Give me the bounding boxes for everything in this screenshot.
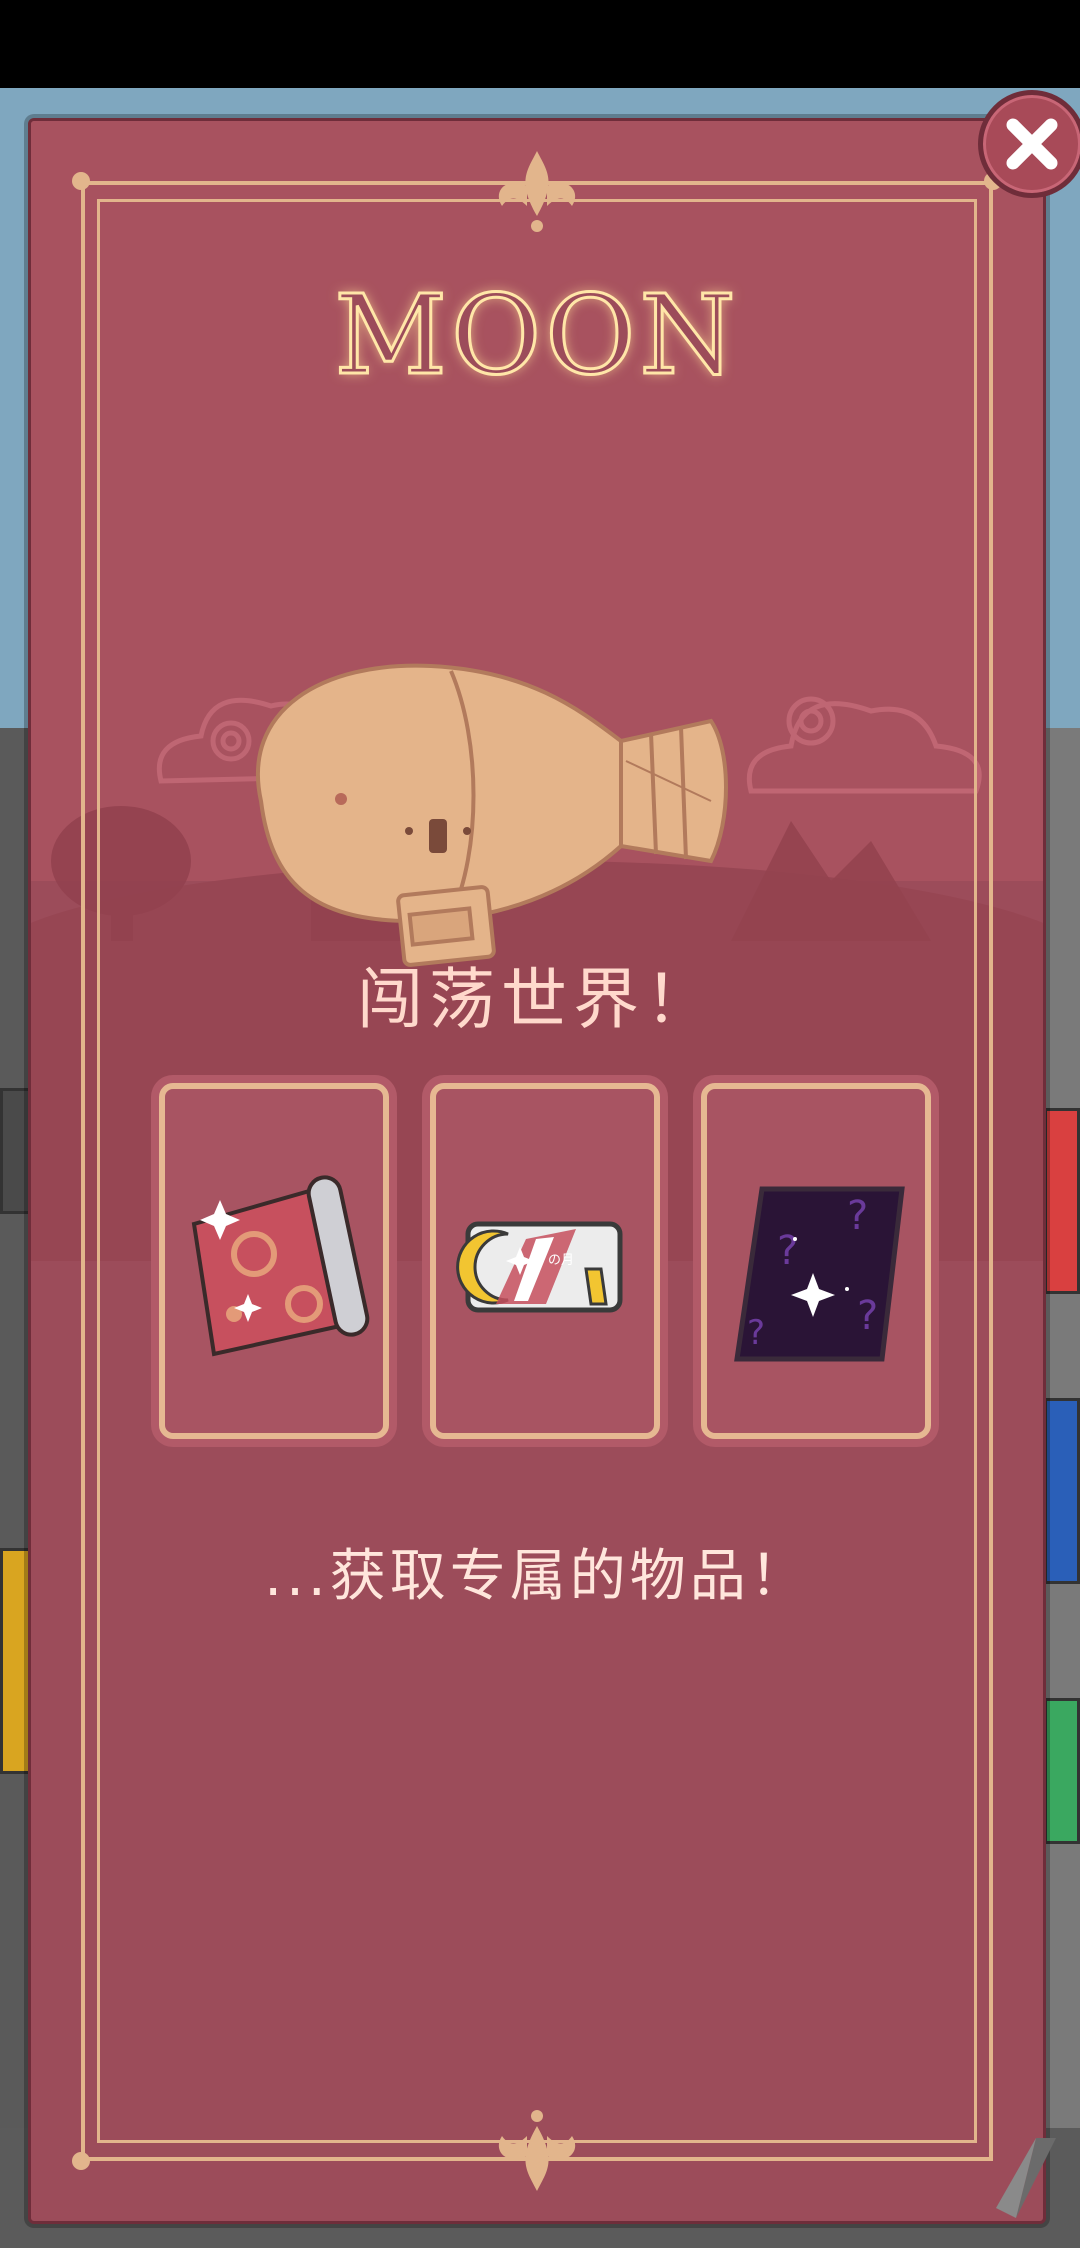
moon-ticket-card-icon [456,1221,623,1313]
background-sign [1044,1698,1080,1844]
reward-card-moon-ticket[interactable]: の月 [430,1083,660,1439]
status-bar [0,0,1080,88]
page-curl-icon [996,2138,1056,2218]
dialog-title: MOON [333,270,740,401]
reward-card-wallpaper[interactable] [159,1083,389,1439]
wallpaper-roll-icon [191,1175,370,1357]
svg-text:?: ? [857,1293,878,1339]
top-flourish-icon [498,151,576,232]
corner-flourish-icon [72,172,90,190]
svg-text:?: ? [847,1193,868,1239]
moon-dialog-panel: MOON 闯荡世界！ の月 ? ? ? ? ...获取专属的物品！ [28,118,1046,2224]
dialog-subline: ...获取专属的物品！ [264,1544,810,1609]
close-icon [1006,118,1058,170]
close-button[interactable] [978,90,1080,198]
background-sign [1044,1108,1080,1294]
bottom-flourish-icon [498,2110,576,2191]
ticket-label: の月 [548,1253,575,1268]
background-sign [1044,1398,1080,1584]
mystery-galaxy-book-icon: ? ? ? ? [734,1186,905,1362]
reward-card-mystery-book[interactable]: ? ? ? ? [701,1083,931,1439]
dialog-headline: 闯荡世界！ [357,961,717,1038]
svg-text:?: ? [747,1313,765,1353]
svg-text:?: ? [777,1228,798,1274]
corner-flourish-icon [72,2152,90,2170]
